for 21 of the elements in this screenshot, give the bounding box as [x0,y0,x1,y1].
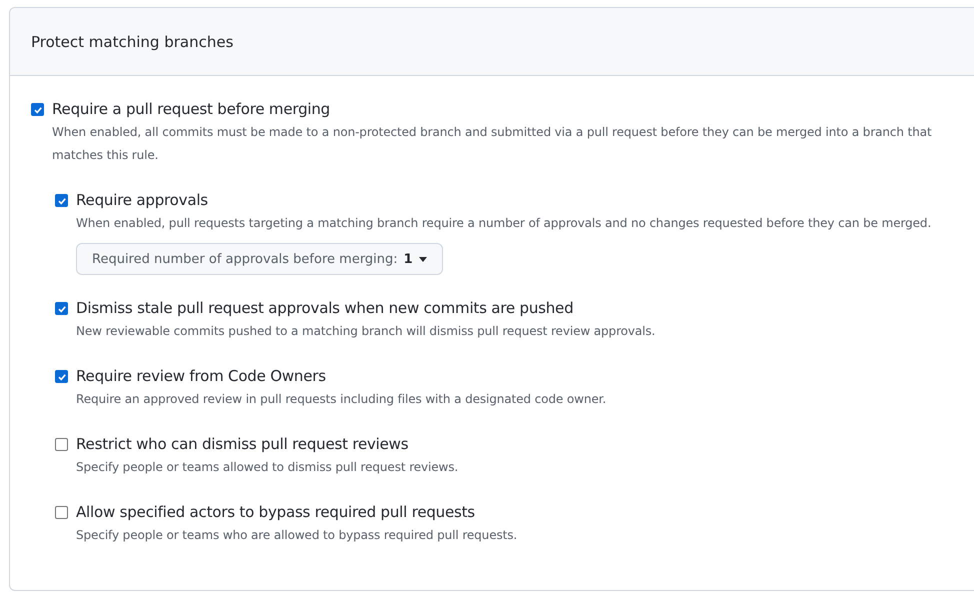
panel-title: Protect matching branches [31,32,234,50]
option-description: When enabled, all commits must be made to a non-protected branch and submitted via a pull request before they can be merged into a branch that matches this rule. [52,124,933,164]
option-label: Require a pull request before merging [52,99,331,120]
option-label: Restrict who can dismiss pull request reviews [76,434,410,455]
option-description: Require an approved review in pull requests including files with a designated code owner. [76,391,606,408]
option-label: Require approvals [76,190,209,211]
checkbox[interactable] [55,506,68,519]
option-label: Require review from Code Owners [76,366,327,387]
checkbox[interactable] [31,103,44,116]
checkbox[interactable] [55,370,68,383]
checkbox[interactable] [55,438,68,451]
option-description: Specify people or teams who are allowed to bypass required pull requests. [76,527,518,544]
option-label: Allow specified actors to bypass required pull requests [76,502,476,523]
option-description: New reviewable commits pushed to a matching branch will dismiss pull request review approvals. [76,323,656,340]
option-label: Dismiss stale pull request approvals when new commits are pushed [76,298,574,319]
checkbox[interactable] [55,194,68,207]
caret-icon [418,256,427,262]
option-description: Specify people or teams allowed to dismiss pull request reviews. [76,459,458,476]
checkbox[interactable] [55,302,68,315]
option-description: When enabled, pull requests targeting a matching branch require a number of approvals and no changes requested before they can be merged. [76,215,932,232]
approvals-dropdown[interactable]: Required number of approvals before merging: 1 [76,243,443,275]
